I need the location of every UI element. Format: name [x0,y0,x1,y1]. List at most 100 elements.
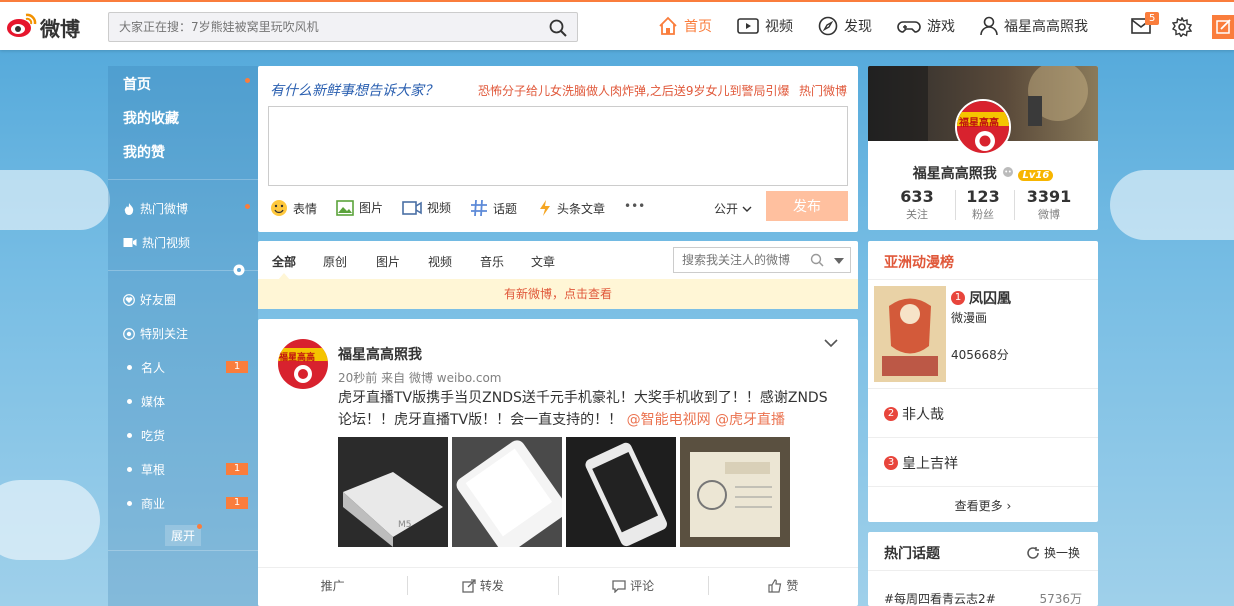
level-badge[interactable]: Lv16 [1018,170,1054,181]
tool-video[interactable]: 视频 [402,199,451,216]
sidebar-item-favorites[interactable]: 我的收藏 [123,108,179,128]
mention-link[interactable]: @智能电视网 [627,412,711,428]
weibo-logo[interactable]: 微博 [6,11,84,41]
repost-icon [462,578,476,593]
topic-name[interactable]: #每周四看青云志2# [884,590,996,606]
global-search-input[interactable] [109,13,529,41]
post-text: 虎牙直播TV版携手当贝ZNDS送千元手机豪礼！大奖手机收到了！！感谢ZNDS论坛… [338,387,838,431]
tab-music[interactable]: 音乐 [480,253,504,270]
hot-weibo-link[interactable]: 热门微博 [799,82,847,99]
post-time[interactable]: 20秒前 [338,371,377,385]
nav-discover[interactable]: 发现 [818,16,872,36]
publisher-prompt: 有什么新鲜事想告诉大家？ [270,83,438,99]
tool-more[interactable]: ••• [624,199,645,213]
followed-search [673,247,851,273]
post-image-thumbnail[interactable] [452,437,568,554]
tab-images[interactable]: 图片 [376,253,400,270]
phone-box-photo: M5 [338,437,448,547]
comment-button[interactable]: 评论 [559,576,709,595]
group-settings-icon[interactable] [232,263,246,277]
post-author[interactable]: 福星高高照我 [338,344,422,364]
stat-following[interactable]: 633 关注 [879,187,955,222]
sidebar-item-label: 商业 [141,497,166,511]
sidebar-item-label: 热门视频 [142,236,191,250]
tool-label: 头条文章 [557,201,606,216]
divider [868,570,1098,571]
sidebar-item-celebrities[interactable]: 名人 [127,359,165,376]
tab-original[interactable]: 原创 [323,253,347,270]
hot-topics-title[interactable]: 热门话题 [884,543,940,563]
expand-button[interactable]: 展开 [165,525,202,546]
search-icon[interactable] [810,253,824,267]
ranking-name: 皇上吉祥 [902,456,958,472]
refresh-button[interactable]: 换一换 [1026,544,1080,561]
post-image-thumbnail[interactable] [680,437,790,547]
caret-down-icon[interactable] [834,258,844,264]
sidebar-item-foodies[interactable]: 吃货 [127,427,165,444]
post-source-prefix: 来自 [381,371,406,385]
sidebar-item-hot-weibo[interactable]: 热门微博 [123,200,188,217]
search-icon[interactable] [549,19,567,37]
nav-video[interactable]: 视频 [737,16,793,36]
post-source[interactable]: 微博 weibo.com [409,371,502,385]
tool-image[interactable]: 图片 [336,199,383,216]
ranking-category: 微漫画 [951,311,988,325]
new-posts-notice[interactable]: 有新微博，点击查看 [258,279,858,309]
repost-button[interactable]: 转发 [408,576,559,595]
publish-button[interactable]: 发布 [766,191,848,221]
ranking-title[interactable]: 亚洲动漫榜 [884,252,954,272]
profile-avatar[interactable]: 福星高高 [955,99,1011,155]
mention-link[interactable]: @虎牙直播 [715,412,785,428]
tool-label: 图片 [359,201,384,215]
ranking-item-3[interactable]: 3 皇上吉祥 [884,453,958,473]
sidebar-item-special-follow[interactable]: 特别关注 [123,325,188,342]
ranking-cover-image[interactable] [874,286,946,382]
stat-posts[interactable]: 3391 微博 [1011,187,1087,222]
hashtag-icon [471,199,487,217]
stat-followers[interactable]: 123 粉丝 [945,187,1021,222]
like-button[interactable]: 赞 [709,576,858,595]
sidebar-item-media[interactable]: 媒体 [127,393,165,410]
nav-game[interactable]: 游戏 [897,16,955,36]
sidebar-item-business[interactable]: 商业 [127,495,165,512]
sidebar-item-grassroots[interactable]: 草根 [127,461,165,478]
nav-user-profile[interactable]: 福星高高照我 [980,16,1088,36]
compose-button[interactable] [1212,15,1234,39]
nav-home[interactable]: 首页 [658,16,712,36]
post-image-thumbnail[interactable]: M5 [338,437,448,547]
tab-all[interactable]: 全部 [272,253,296,270]
tab-articles[interactable]: 文章 [531,253,555,270]
post-image-thumbnail[interactable] [566,437,676,547]
promote-button[interactable]: 推广 [258,576,409,595]
sidebar-item-friends-circle[interactable]: 好友圈 [123,291,176,308]
stat-value: 3391 [1026,187,1072,206]
weibo-logo-icon [7,13,37,37]
followed-search-input[interactable] [674,248,804,272]
rank-number: 2 [884,407,898,421]
sidebar-item-label: 媒体 [141,395,166,409]
hot-topic-link[interactable]: 恐怖分子给儿女洗脑做人肉炸弹,之后送9岁女儿到警局引爆 [478,82,789,99]
tab-videos[interactable]: 视频 [428,253,452,270]
sidebar-item-likes[interactable]: 我的赞 [123,142,165,162]
tool-emoji[interactable]: 表情 [270,199,317,217]
bullet-icon [127,365,132,370]
ranking-item-2[interactable]: 2 非人哉 [884,404,944,424]
post-textarea[interactable] [268,106,848,186]
sidebar-item-home[interactable]: 首页 [123,74,151,94]
anime-ranking-card: 亚洲动漫榜 1 凤囚凰 微漫画 405668分 2 非人哉 3 皇上吉祥 查看更… [868,241,1098,522]
nav-settings[interactable] [1172,17,1198,37]
chevron-down-icon[interactable] [824,339,838,348]
sidebar-item-hot-video[interactable]: 热门视频 [123,234,190,251]
sidebar-item-label: 好友圈 [140,293,177,307]
unread-dot [197,524,202,529]
tool-article[interactable]: 头条文章 [538,199,605,217]
tool-topic[interactable]: 话题 [470,199,517,217]
view-more-link[interactable]: 查看更多 › [868,497,1098,514]
ranking-item-1[interactable]: 1 凤囚凰 [951,288,1011,308]
phone-photo [566,437,676,547]
publisher-box: 有什么新鲜事想告诉大家？ 恐怖分子给儿女洗脑做人肉炸弹,之后送9岁女儿到警局引爆… [258,66,858,232]
unread-count-badge: 1 [226,463,248,475]
visibility-select[interactable]: 公开 [714,200,752,217]
profile-name[interactable]: 福星高高照我 [913,166,997,182]
avatar[interactable]: 福星高高 [278,339,328,389]
